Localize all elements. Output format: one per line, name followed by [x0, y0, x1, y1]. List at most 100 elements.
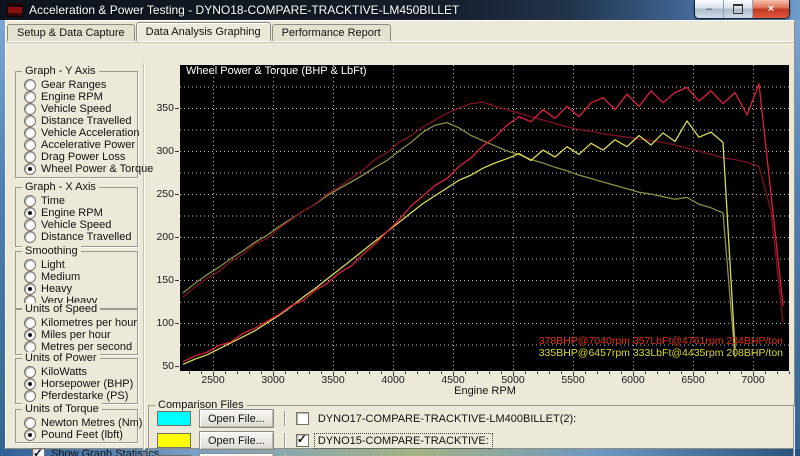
radio-icon [24, 219, 36, 231]
y-tick-label: 100 [156, 317, 174, 329]
radio-icon [24, 329, 36, 341]
y-tick-label: 200 [156, 231, 174, 243]
caption-buttons: – × [694, 0, 790, 19]
radio-label: Light [41, 259, 65, 271]
radio-icon [24, 417, 36, 429]
window-title: Acceleration & Power Testing - DYNO18-CO… [29, 3, 460, 17]
app-window: Acceleration & Power Testing - DYNO18-CO… [0, 0, 800, 456]
y-tick-label: 150 [156, 274, 174, 286]
radio-miles-per-hour[interactable]: Miles per hour [24, 329, 137, 341]
y-tick-label: 350 [156, 102, 174, 114]
groupbox-y-axis-title: Graph - Y Axis [22, 65, 99, 77]
panel-chart-divider [143, 63, 145, 456]
radio-vehicle-speed[interactable]: Vehicle Speed [24, 219, 137, 231]
radio-label: Kilometres per hour [41, 317, 137, 329]
radio-label: Vehicle Acceleration [41, 127, 140, 139]
close-icon: × [767, 3, 775, 15]
x-tick-label: 3000 [261, 374, 285, 386]
stat-line: 378BHP@7040rpm 357LbFt@4761rpm 234BHP/to… [538, 335, 783, 347]
radio-label: Gear Ranges [41, 79, 107, 91]
tab-data-analysis-graphing[interactable]: Data Analysis Graphing [135, 22, 271, 41]
minimize-button[interactable]: – [695, 0, 724, 18]
radio-vehicle-speed[interactable]: Vehicle Speed [24, 103, 137, 115]
close-button[interactable]: × [753, 0, 789, 18]
radio-heavy[interactable]: Heavy [24, 283, 137, 295]
show-graph-statistics-checkbox[interactable]: ✓ Show Graph Statistics [32, 446, 160, 456]
radio-medium[interactable]: Medium [24, 271, 137, 283]
radio-icon [24, 366, 36, 378]
radio-icon [24, 163, 36, 175]
radio-vehicle-acceleration[interactable]: Vehicle Acceleration [24, 127, 140, 139]
radio-light[interactable]: Light [24, 259, 137, 271]
checkbox-icon: ✓ [32, 446, 45, 456]
tab-setup-data-capture[interactable]: Setup & Data Capture [7, 24, 135, 41]
comparison-file-label[interactable]: DYNO15-COMPARE-TRACKTIVE: [313, 432, 493, 449]
x-tick-label: 6000 [621, 374, 645, 386]
y-tick-label: 50 [162, 360, 174, 372]
radio-label: Miles per hour [41, 329, 111, 341]
radio-icon [24, 139, 36, 151]
radio-label: Pferdestarke (PS) [41, 390, 129, 402]
radio-engine-rpm[interactable]: Engine RPM [24, 207, 137, 219]
comparison-row: Open File... ✓ DYNO15-COMPARE-TRACKTIVE: [157, 431, 493, 450]
radio-kilometres-per-hour[interactable]: Kilometres per hour [24, 317, 137, 329]
groupbox-units-power-title: Units of Power [22, 352, 100, 364]
radio-pferdestarke-ps[interactable]: Pferdestarke (PS) [24, 390, 137, 402]
radio-drag-power-loss[interactable]: Drag Power Loss [24, 151, 137, 163]
radio-icon [24, 259, 36, 271]
radio-newton-metres-nm[interactable]: Newton Metres (Nm) [24, 417, 142, 429]
groupbox-units-speed-title: Units of Speed [22, 303, 101, 315]
x-tick-label: 6500 [681, 374, 705, 386]
open-file-button[interactable]: Open File... [199, 409, 274, 428]
radio-engine-rpm[interactable]: Engine RPM [24, 91, 137, 103]
radio-distance-travelled[interactable]: Distance Travelled [24, 115, 137, 127]
radio-label: Vehicle Speed [41, 103, 112, 115]
radio-pound-feet-lbft[interactable]: Pound Feet (lbft) [24, 429, 137, 441]
x-tick-label: 4000 [381, 374, 405, 386]
comparison-checkbox[interactable]: ✓ [295, 432, 309, 447]
radio-icon [24, 231, 36, 243]
radio-icon [24, 429, 36, 441]
groupbox-units-speed: Units of Speed Kilometres per hour Miles … [15, 303, 138, 355]
radio-label: Vehicle Speed [41, 219, 112, 231]
radio-label: Pound Feet (lbft) [41, 429, 123, 441]
radio-kilowatts[interactable]: KiloWatts [24, 366, 137, 378]
comparison-file-label[interactable]: DYNO17-COMPARE-TRACKTIVE-LM400BILLET(2): [315, 412, 579, 426]
radio-icon [24, 195, 36, 207]
radio-label: Heavy [41, 283, 73, 295]
tab-page: Setup & Data Capture Data Analysis Graphi… [5, 20, 795, 456]
groupbox-smoothing: Smoothing Light Medium Heavy Very Heavy [15, 245, 138, 309]
radio-icon [24, 283, 36, 295]
radio-icon [24, 207, 36, 219]
radio-icon [24, 390, 36, 402]
radio-icon [24, 151, 36, 163]
tab-performance-report[interactable]: Performance Report [271, 24, 391, 41]
groupbox-units-torque: Units of Torque Newton Metres (Nm) Pound … [15, 403, 142, 443]
maximize-icon [733, 4, 743, 14]
radio-label: Engine RPM [41, 207, 103, 219]
radio-time[interactable]: Time [24, 195, 137, 207]
comparison-checkbox[interactable] [295, 412, 309, 425]
radio-icon [24, 127, 36, 139]
radio-accelerative-power[interactable]: Accelerative Power [24, 139, 137, 151]
separator [283, 411, 286, 426]
show-graph-statistics-label: Show Graph Statistics [51, 448, 160, 456]
radio-icon [24, 378, 36, 390]
radio-label: Distance Travelled [41, 231, 132, 243]
app-icon [7, 3, 23, 17]
radio-gear-ranges[interactable]: Gear Ranges [24, 79, 137, 91]
radio-label: Horsepower (BHP) [41, 378, 134, 390]
radio-horsepower-bhp[interactable]: Horsepower (BHP) [24, 378, 137, 390]
radio-label: Engine RPM [41, 91, 103, 103]
stat-line: 335BHP@6457rpm 333LbFt@4435rpm 208BHP/to… [538, 347, 783, 359]
trace-color-swatch [157, 411, 191, 426]
radio-distance-travelled[interactable]: Distance Travelled [24, 231, 137, 243]
x-axis-title: Engine RPM [454, 385, 516, 397]
minimize-icon: – [705, 3, 713, 15]
open-file-button[interactable]: Open File... [199, 431, 274, 450]
maximize-button[interactable] [724, 0, 753, 18]
title-bar: Acceleration & Power Testing - DYNO18-CO… [0, 0, 800, 20]
radio-wheel-power-torque[interactable]: Wheel Power & Torque [24, 163, 153, 175]
radio-label: Medium [41, 271, 81, 283]
x-tick-label: 7000 [741, 374, 765, 386]
